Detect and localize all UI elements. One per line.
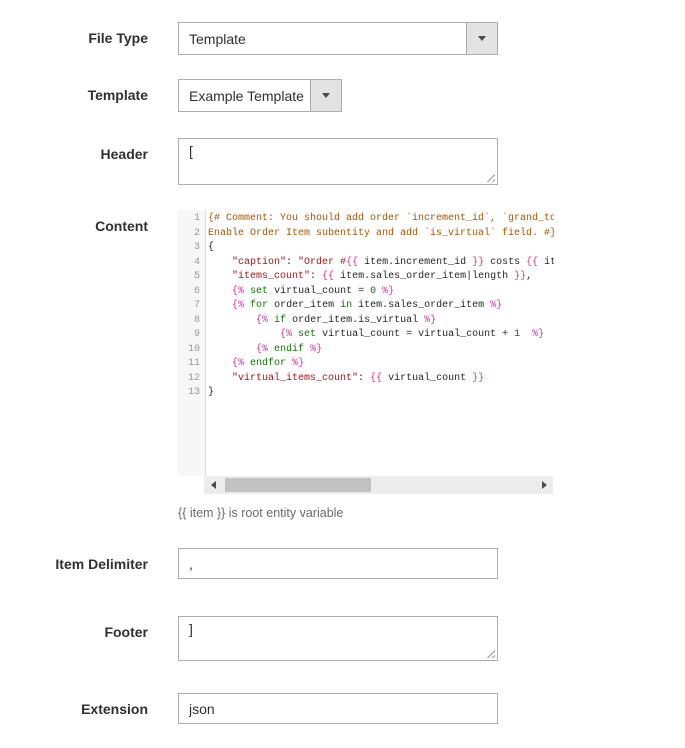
header-label: Header	[0, 138, 148, 162]
code-line: {% endfor %}	[208, 357, 554, 372]
horizontal-scrollbar[interactable]	[204, 476, 553, 494]
content-code-editor[interactable]: 12345678910111213 {# Comment: You should…	[178, 210, 554, 496]
chevron-down-icon	[322, 93, 330, 98]
code-line: }	[208, 386, 554, 401]
content-row: Content 12345678910111213 {# Comment: Yo…	[0, 210, 685, 496]
line-number: 9	[178, 328, 200, 343]
line-number: 12	[178, 372, 200, 387]
line-number: 3	[178, 241, 200, 256]
code-editor-gutter: 12345678910111213	[178, 210, 206, 476]
extension-label: Extension	[0, 693, 148, 717]
code-line: {% endif %}	[208, 343, 554, 358]
export-template-form: File Type Template Template Example Temp…	[0, 0, 685, 724]
file-type-row: File Type Template	[0, 22, 685, 55]
code-line: {% set virtual_count = 0 %}	[208, 285, 554, 300]
code-line: "caption": "Order #{{ item.increment_id …	[208, 256, 554, 271]
code-line: {	[208, 241, 554, 256]
code-editor-lines[interactable]: {# Comment: You should add order `increm…	[206, 210, 554, 476]
code-line: Enable Order Item subentity and add `is_…	[208, 227, 554, 242]
line-number: 6	[178, 285, 200, 300]
code-line: {% set virtual_count = virtual_count + 1…	[208, 328, 554, 343]
code-line: {% for order_item in item.sales_order_it…	[208, 299, 554, 314]
file-type-select-button[interactable]	[466, 23, 497, 54]
code-line: "virtual_items_count": {{ virtual_count …	[208, 372, 554, 387]
chevron-down-icon	[478, 36, 486, 41]
header-row: Header [	[0, 138, 685, 185]
line-number: 7	[178, 299, 200, 314]
footer-row: Footer ]	[0, 616, 685, 661]
footer-label: Footer	[0, 616, 148, 640]
file-type-select-value: Template	[179, 23, 466, 54]
line-number: 4	[178, 256, 200, 271]
line-number: 11	[178, 357, 200, 372]
scrollbar-thumb[interactable]	[225, 478, 371, 492]
line-number: 8	[178, 314, 200, 329]
scroll-left-arrow-icon[interactable]	[204, 476, 222, 494]
code-line: {# Comment: You should add order `increm…	[208, 212, 554, 227]
scroll-right-arrow-icon[interactable]	[535, 476, 553, 494]
file-type-label: File Type	[0, 22, 148, 46]
template-select-value: Example Template	[179, 80, 310, 111]
item-delimiter-row: Item Delimiter	[0, 548, 685, 579]
item-delimiter-input[interactable]	[178, 548, 498, 579]
extension-input[interactable]	[178, 693, 498, 724]
content-note: {{ item }} is root entity variable	[178, 506, 685, 520]
line-number: 2	[178, 227, 200, 242]
template-select[interactable]: Example Template	[178, 79, 342, 112]
template-row: Template Example Template	[0, 79, 685, 112]
content-label: Content	[0, 210, 148, 234]
code-line: "items_count": {{ item.sales_order_item|…	[208, 270, 554, 285]
code-line: {% if order_item.is_virtual %}	[208, 314, 554, 329]
file-type-select[interactable]: Template	[178, 22, 498, 55]
template-select-button[interactable]	[310, 80, 341, 111]
footer-textarea[interactable]: ]	[178, 616, 498, 661]
item-delimiter-label: Item Delimiter	[0, 548, 148, 572]
header-textarea[interactable]: [	[178, 138, 498, 185]
extension-row: Extension	[0, 693, 685, 724]
line-number: 5	[178, 270, 200, 285]
line-number: 1	[178, 212, 200, 227]
template-label: Template	[0, 79, 148, 103]
line-number: 10	[178, 343, 200, 358]
line-number: 13	[178, 386, 200, 401]
